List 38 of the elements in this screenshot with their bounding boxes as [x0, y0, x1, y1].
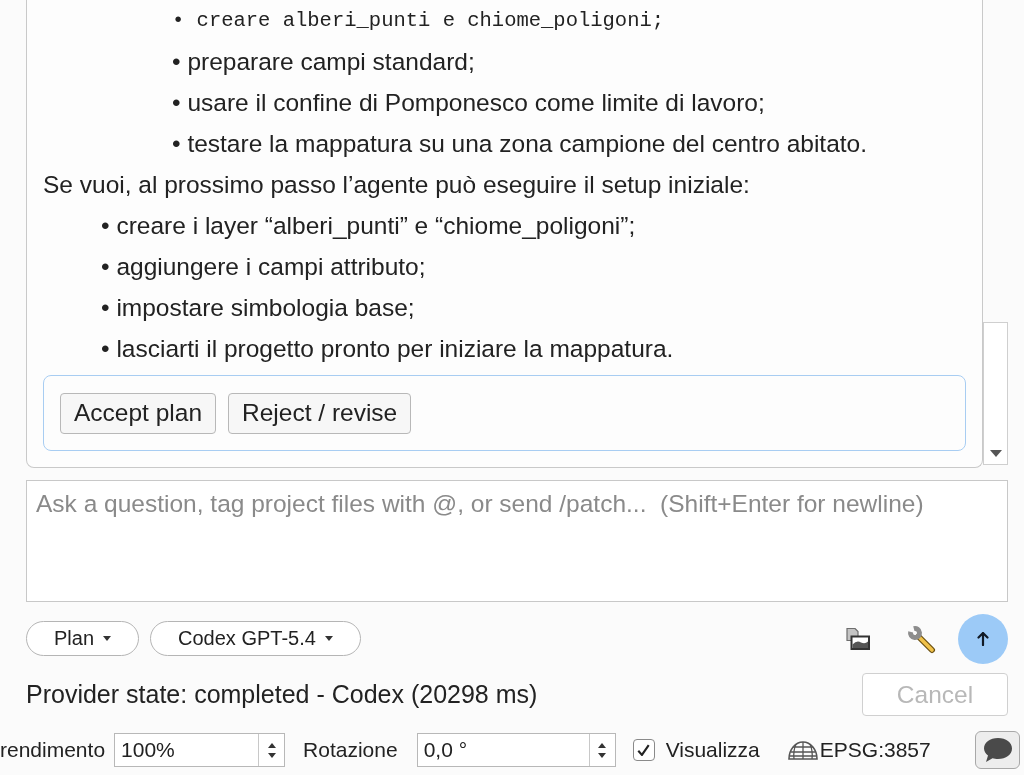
- dropdown-button[interactable]: Plan: [26, 621, 140, 656]
- caret-down-icon: [989, 449, 1002, 457]
- arrow-up-icon: [977, 631, 989, 646]
- list-item: • preparare campi standard;: [172, 47, 475, 76]
- messages-button[interactable]: [975, 731, 1020, 769]
- list-item: • creare alberi_punti e chiome_poligoni;: [172, 8, 665, 34]
- render-checkbox[interactable]: [632, 739, 655, 761]
- magnifier-label: rendimento: [0, 738, 106, 762]
- list-item: • aggiungere i campi attributo;: [101, 252, 426, 281]
- list-item: • impostare simbologia base;: [101, 293, 415, 322]
- magnifier-field[interactable]: 100%: [114, 733, 286, 767]
- plan-action-button[interactable]: Accept plan: [60, 392, 217, 434]
- list-item: • testare la mappatura su una zona campione del centro abitato.: [172, 129, 867, 158]
- speech-bubble-icon: [983, 738, 1012, 762]
- images-icon[interactable]: [846, 627, 870, 650]
- rotation-label: Rotazione: [303, 738, 398, 762]
- message-input[interactable]: Ask a question, tag project files with @, or send /patch... (Shift+Enter for newline): [26, 480, 1008, 602]
- globe-icon: [787, 740, 818, 760]
- message-text: Se vuoi, al prossimo passo l’agente può eseguire il setup iniziale:: [43, 170, 750, 199]
- dropdown-button[interactable]: Codex GPT-5.4: [150, 621, 361, 656]
- list-item: • creare i layer “alberi_punti” e “chiome_poligoni”;: [101, 211, 636, 240]
- caret-up-icon: [267, 742, 276, 748]
- send-button[interactable]: [958, 613, 1008, 664]
- caret-down-icon: [324, 636, 333, 641]
- list-item: • usare il confine di Pomponesco come limite di lavoro;: [172, 88, 765, 117]
- caret-down-icon: [598, 752, 607, 758]
- scrollbar-track[interactable]: [983, 322, 1008, 465]
- checkmark-icon: [637, 744, 651, 756]
- list-item: • lasciarti il progetto pronto per iniziare la mappatura.: [101, 334, 674, 363]
- caret-down-icon: [103, 636, 112, 641]
- caret-down-icon: [267, 752, 276, 758]
- caret-up-icon: [598, 742, 607, 748]
- render-label: Visualizza: [665, 738, 760, 762]
- provider-status-text: Provider state: completed - Codex (20298 ms): [26, 680, 538, 709]
- plan-action-button[interactable]: Reject / revise: [228, 392, 412, 434]
- rotation-field[interactable]: 0,0 °: [416, 733, 616, 767]
- crs-button[interactable]: EPSG:3857: [787, 738, 931, 762]
- wrench-icon[interactable]: [906, 623, 936, 654]
